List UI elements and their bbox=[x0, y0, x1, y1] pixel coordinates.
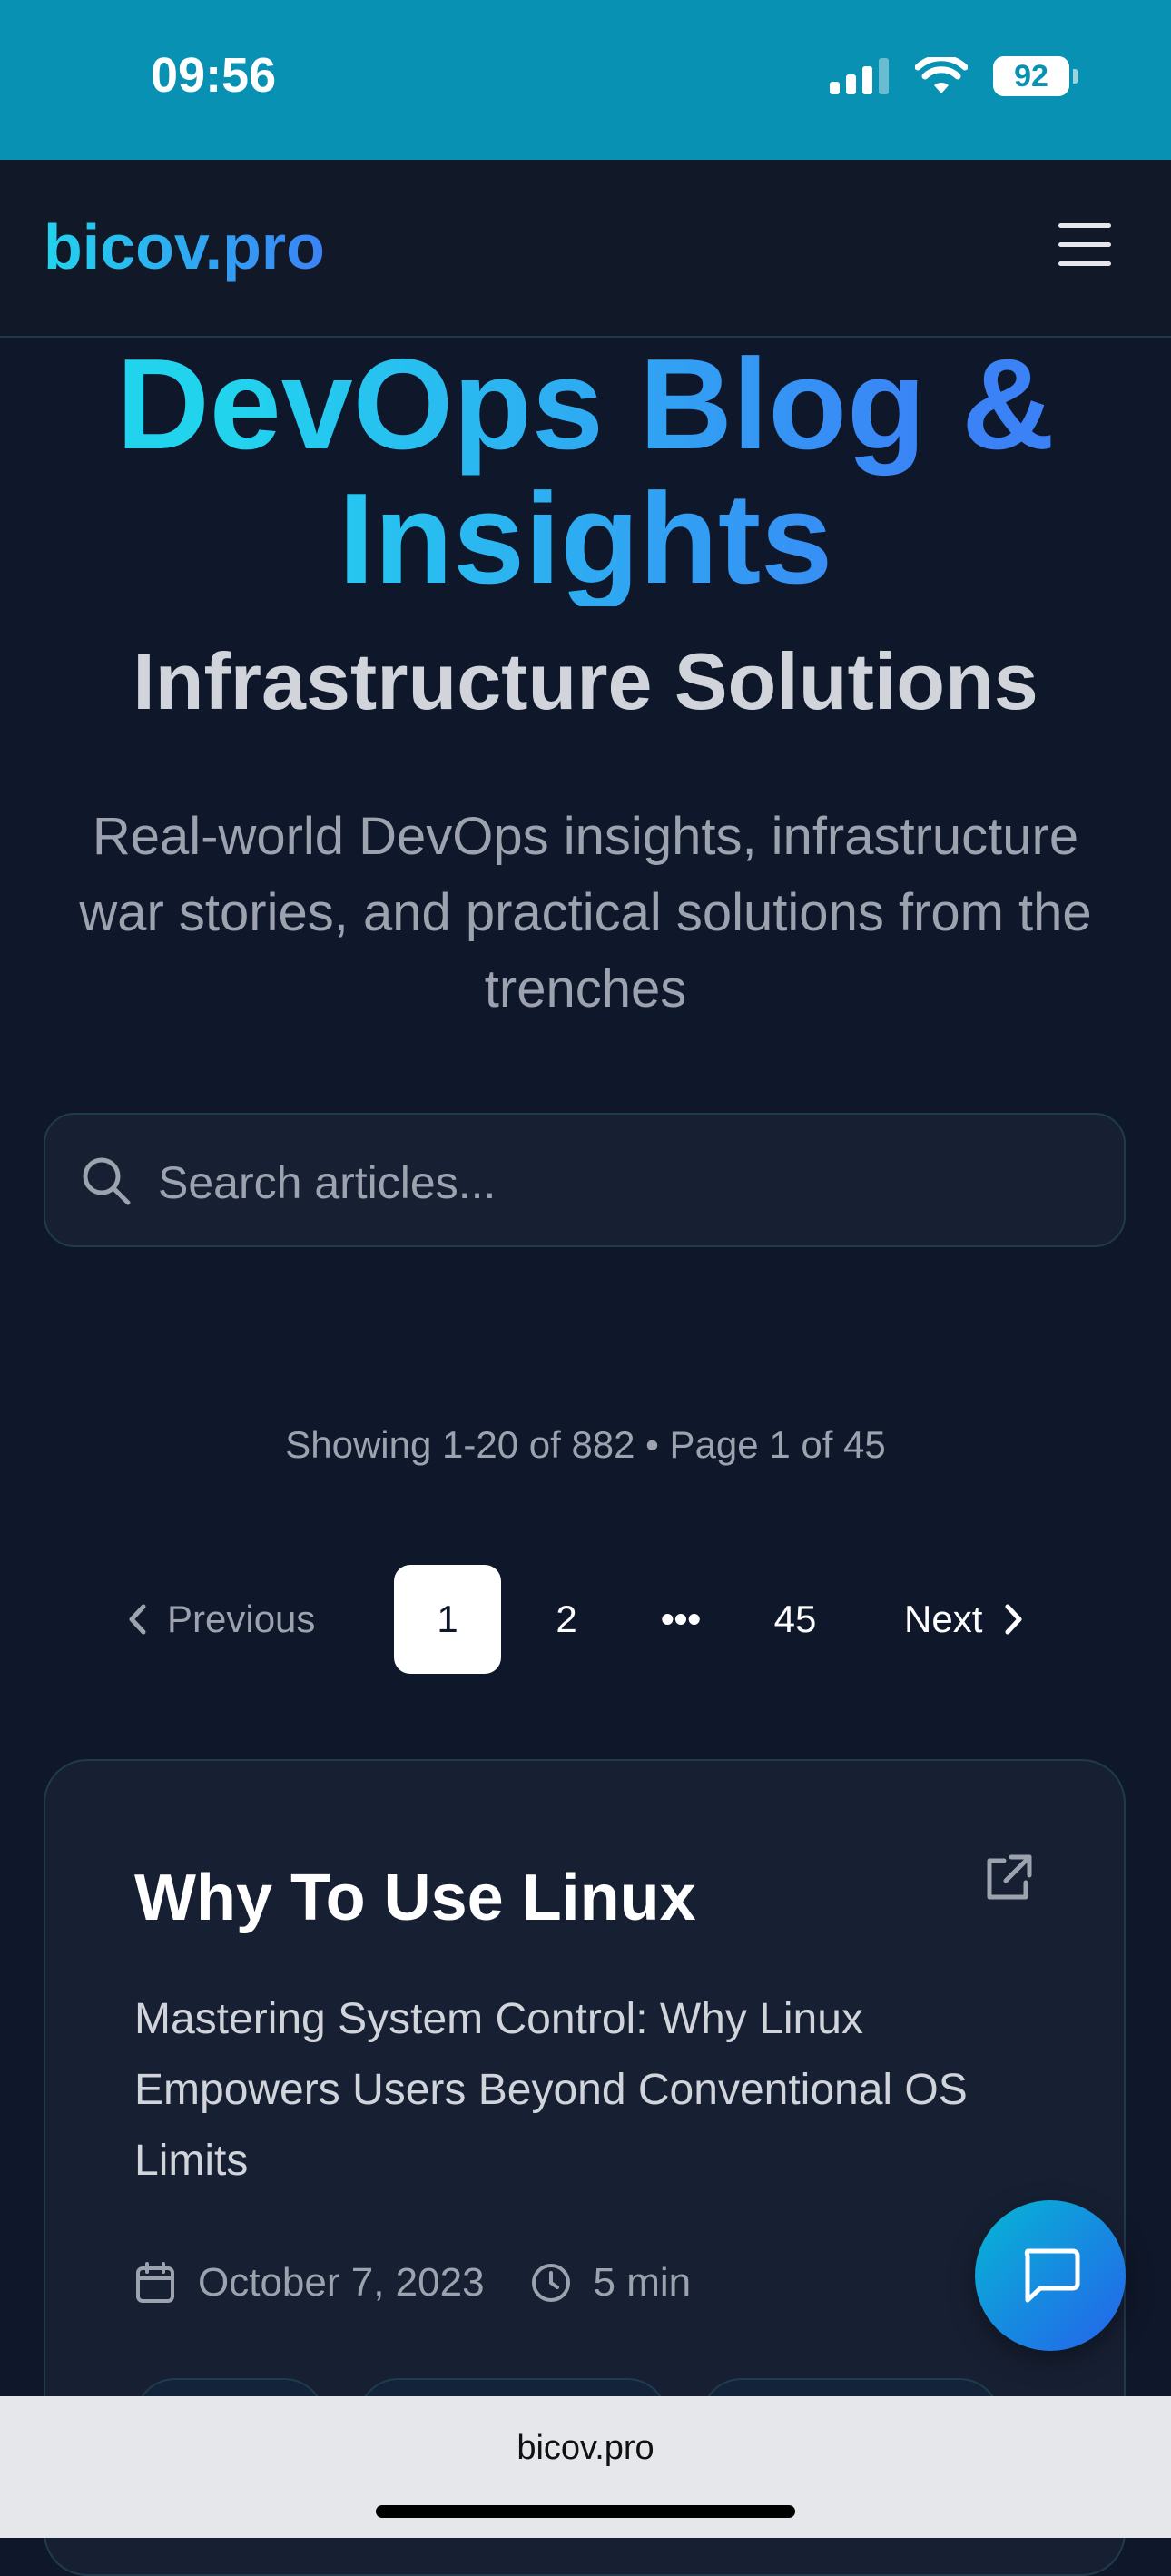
article-date: October 7, 2023 bbox=[198, 2260, 485, 2305]
wifi-icon bbox=[915, 57, 968, 93]
page-button-45[interactable]: 45 bbox=[759, 1565, 832, 1674]
status-bar: 09:56 92 bbox=[0, 0, 1171, 160]
chat-icon bbox=[1024, 2248, 1080, 2303]
article-title[interactable]: Why To Use Linux bbox=[134, 1861, 696, 1935]
hero-description: Real-world DevOps insights, infrastructu… bbox=[79, 807, 1092, 1018]
home-indicator bbox=[376, 2505, 795, 2518]
search-input[interactable] bbox=[156, 1147, 1086, 1218]
clock-icon bbox=[531, 2264, 570, 2302]
previous-page-button[interactable]: Previous bbox=[127, 1565, 315, 1674]
pagination: Previous 1 2 ••• 45 Next bbox=[0, 1565, 1171, 1674]
hero-title-line2: Insights bbox=[338, 467, 833, 611]
chevron-right-icon bbox=[1005, 1604, 1022, 1635]
site-logo[interactable]: bicov.pro bbox=[44, 211, 325, 283]
battery-level: 92 bbox=[1014, 58, 1048, 93]
article-meta: October 7, 2023 5 min bbox=[134, 2260, 691, 2306]
calendar-icon bbox=[136, 2262, 174, 2303]
results-summary: Showing 1-20 of 882 • Page 1 of 45 bbox=[285, 1423, 886, 1466]
status-time: 09:56 bbox=[151, 48, 277, 103]
page-ellipsis: ••• bbox=[660, 1598, 702, 1640]
page-button-2[interactable]: 2 bbox=[534, 1565, 599, 1674]
chevron-left-icon bbox=[129, 1604, 146, 1635]
article-read-time: 5 min bbox=[593, 2260, 692, 2305]
status-indicators: 92 bbox=[830, 56, 1078, 96]
previous-label: Previous bbox=[167, 1598, 316, 1640]
battery-icon: 92 bbox=[993, 56, 1078, 96]
browser-address-bar[interactable]: bicov.pro bbox=[0, 2396, 1171, 2538]
search-icon bbox=[83, 1157, 131, 1205]
search-bar[interactable] bbox=[44, 1113, 1126, 1247]
external-link-icon[interactable] bbox=[980, 1852, 1035, 1906]
chat-button[interactable] bbox=[975, 2200, 1126, 2351]
hamburger-menu-icon[interactable] bbox=[1058, 223, 1111, 270]
browser-url[interactable]: bicov.pro bbox=[0, 2429, 1171, 2468]
navbar: bicov.pro bbox=[0, 160, 1171, 338]
article-description: Mastering System Control: Why Linux Empo… bbox=[134, 1995, 968, 2185]
hero-title-line1: DevOps Blog & bbox=[116, 332, 1055, 477]
next-label: Next bbox=[904, 1598, 983, 1640]
hero-subtitle: Infrastructure Solutions bbox=[133, 636, 1038, 726]
next-page-button[interactable]: Next bbox=[904, 1565, 1024, 1674]
hero-title: DevOps Blog & Insights bbox=[0, 338, 1171, 606]
signal-icon bbox=[830, 58, 889, 94]
page-button-1[interactable]: 1 bbox=[394, 1565, 501, 1674]
